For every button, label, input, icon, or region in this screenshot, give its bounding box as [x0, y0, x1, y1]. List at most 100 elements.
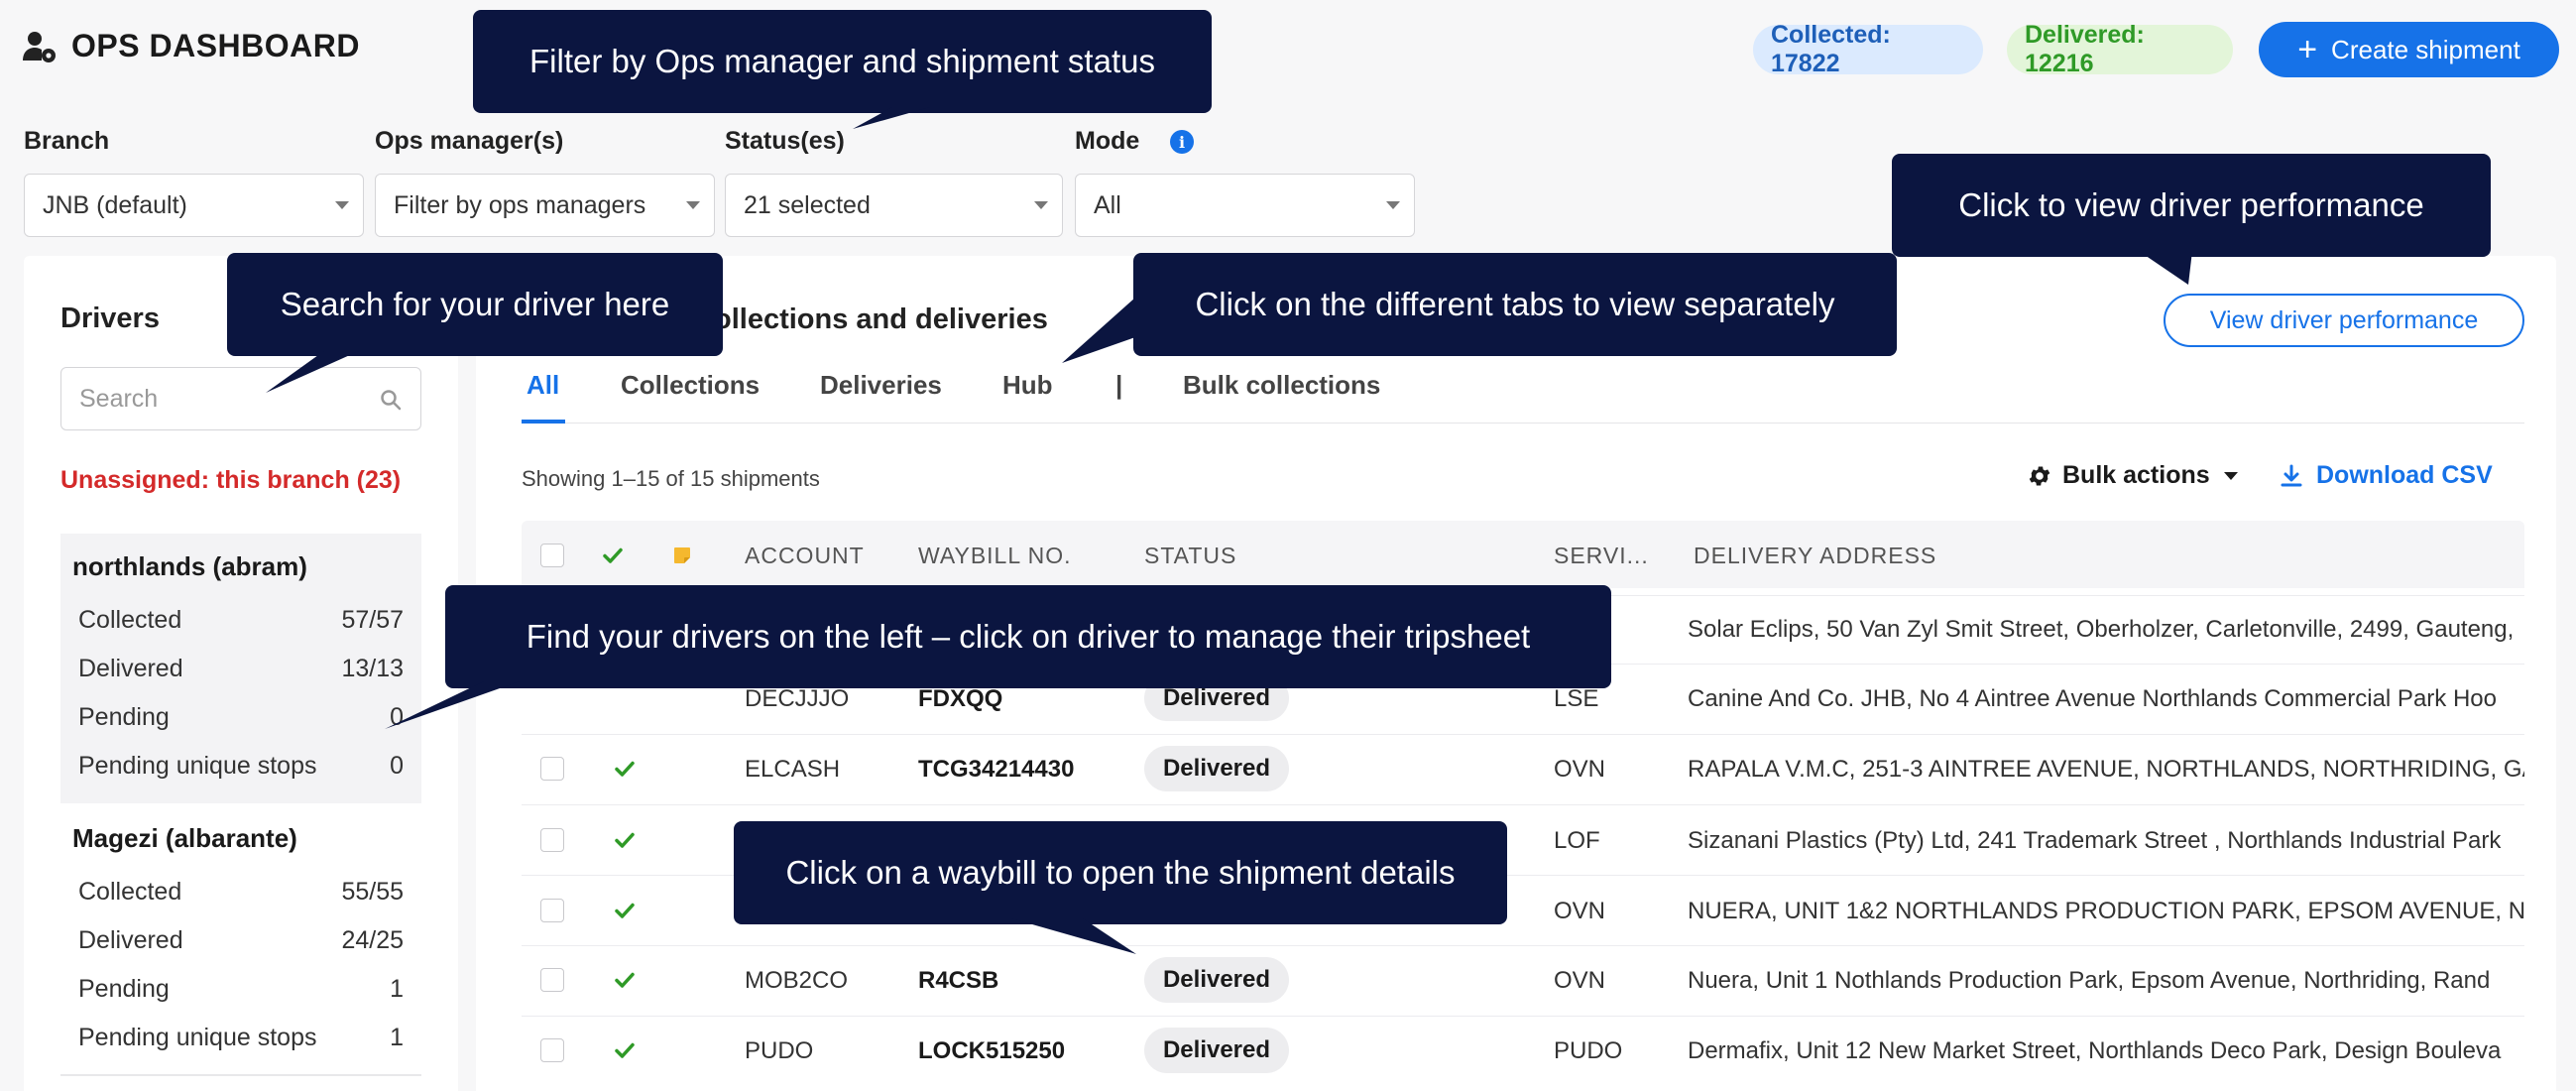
branch-select[interactable]: JNB (default): [24, 174, 364, 237]
ops-manager-select[interactable]: Filter by ops managers: [375, 174, 715, 237]
row-checkbox[interactable]: [540, 968, 564, 992]
tabs-divider: [522, 423, 2524, 424]
drivers-title: Drivers: [60, 303, 160, 334]
status-badge: Delivered: [1144, 746, 1289, 791]
ops-manager-value: Filter by ops managers: [394, 190, 646, 219]
delivery-address: Dermafix, Unit 12 New Market Street, Nor…: [1688, 1037, 2502, 1064]
tab-hub[interactable]: Hub: [1002, 370, 1053, 401]
callout-pointer: [1062, 298, 1135, 363]
delivery-address: NUERA, UNIT 1&2 NORTHLANDS PRODUCTION PA…: [1688, 898, 2524, 924]
plus-icon: +: [2297, 31, 2318, 68]
callout-drivers: Find your drivers on the left – click on…: [445, 585, 1611, 688]
service-cell: OVN: [1554, 756, 1606, 783]
search-icon: [381, 390, 402, 411]
driver-name: Magezi (albarante): [72, 823, 297, 853]
waybill-link[interactable]: FDXQQ: [918, 685, 1002, 713]
column-account[interactable]: ACCOUNT: [745, 543, 865, 569]
driver-card[interactable]: northlands (abram) Collected 57/57 Delive…: [60, 534, 421, 803]
column-service[interactable]: SERVI...: [1554, 543, 1649, 569]
check-icon: [603, 547, 623, 563]
check-icon: [615, 972, 635, 988]
account-cell: PUDO: [745, 1037, 814, 1064]
driver-stat-row: Pending 1: [78, 975, 404, 1003]
mode-value: All: [1094, 190, 1121, 219]
driver-search-input[interactable]: Search: [60, 367, 421, 430]
page-title: OPS DASHBOARD: [71, 28, 360, 63]
select-all-checkbox[interactable]: [540, 544, 564, 567]
branch-label: Branch: [24, 127, 110, 155]
column-delivery-address[interactable]: DELIVERY ADDRESS: [1694, 543, 1936, 569]
row-checkbox[interactable]: [540, 899, 564, 922]
row-divider: [522, 734, 2524, 735]
driver-stat-row: Collected 55/55: [78, 878, 404, 906]
check-icon: [615, 761, 635, 777]
tab-bulk-collections[interactable]: Bulk collections: [1183, 370, 1380, 401]
callout-pointer: [1011, 918, 1136, 954]
check-icon: [615, 832, 635, 848]
status-label: Status(es): [725, 127, 845, 155]
download-icon: [2281, 464, 2302, 486]
driver-stat-row: Pending unique stops 0: [78, 752, 404, 780]
create-shipment-label: Create shipment: [2331, 34, 2520, 64]
collected-badge: Collected: 17822: [1753, 21, 1983, 77]
row-divider: [522, 804, 2524, 805]
callout-tabs: Click on the different tabs to view sepa…: [1133, 253, 1897, 356]
driver-stat-row: Pending unique stops 1: [78, 1024, 404, 1051]
row-divider: [522, 945, 2524, 946]
search-placeholder: Search: [79, 384, 159, 413]
info-icon[interactable]: i: [1170, 130, 1194, 154]
service-cell: OVN: [1554, 967, 1606, 994]
chevron-down-icon: [335, 201, 349, 209]
callout-pointer: [853, 107, 930, 129]
row-checkbox[interactable]: [540, 828, 564, 852]
waybill-link[interactable]: TCG34214430: [918, 756, 1074, 784]
account-cell: DECJJJO: [745, 685, 850, 712]
status-select[interactable]: 21 selected: [725, 174, 1063, 237]
bulk-actions-label: Bulk actions: [2062, 461, 2210, 489]
mode-label: Mode: [1075, 127, 1140, 155]
account-cell: ELCASH: [745, 756, 841, 783]
delivered-badge: Delivered: 12216: [2007, 21, 2233, 77]
delivery-address: RAPALA V.M.C, 251-3 AINTREE AVENUE, NORT…: [1688, 756, 2524, 783]
waybill-link[interactable]: LOCK515250: [918, 1037, 1065, 1065]
driver-stat-row: Delivered 13/13: [78, 655, 404, 682]
delivery-address: Sizanani Plastics (Pty) Ltd, 241 Tradema…: [1688, 827, 2502, 854]
view-driver-performance-button[interactable]: View driver performance: [2164, 294, 2524, 347]
tab-deliveries[interactable]: Deliveries: [820, 370, 942, 401]
download-csv-button[interactable]: Download CSV: [2281, 461, 2493, 490]
download-csv-label: Download CSV: [2316, 461, 2493, 489]
check-icon: [615, 903, 635, 918]
create-shipment-button[interactable]: + Create shipment: [2259, 22, 2559, 77]
service-cell: OVN: [1554, 898, 1606, 924]
column-waybill[interactable]: WAYBILL NO.: [918, 543, 1072, 569]
driver-card[interactable]: Magezi (albarante) Collected 55/55 Delive…: [60, 805, 421, 1075]
chevron-down-icon: [1386, 201, 1400, 209]
row-checkbox[interactable]: [540, 757, 564, 781]
chevron-down-icon: [686, 201, 700, 209]
account-cell: MOB2CO: [745, 967, 849, 994]
chevron-down-icon: [1034, 201, 1048, 209]
row-divider: [522, 1016, 2524, 1017]
status-badge: Delivered: [1144, 957, 1289, 1003]
user-settings-icon: [23, 31, 56, 62]
delivery-address: Canine And Co. JHB, No 4 Aintree Avenue …: [1688, 685, 2497, 712]
waybill-link[interactable]: R4CSB: [918, 967, 998, 995]
callout-search: Search for your driver here: [227, 253, 723, 356]
tab-separator: |: [1115, 370, 1123, 400]
tab-all[interactable]: All: [527, 370, 559, 401]
gear-icon: [2029, 465, 2050, 486]
column-status[interactable]: STATUS: [1144, 543, 1236, 569]
note-icon: [674, 547, 690, 563]
unassigned-link[interactable]: Unassigned: this branch (23): [60, 466, 401, 495]
delivery-address: Solar Eclips, 50 Van Zyl Smit Street, Ob…: [1688, 616, 2515, 643]
tab-collections[interactable]: Collections: [621, 370, 760, 401]
panel-title: ollections and deliveries: [714, 303, 1048, 335]
active-tab-indicator: [522, 420, 565, 424]
status-value: 21 selected: [744, 190, 871, 219]
driver-name: northlands (abram): [72, 551, 307, 581]
row-checkbox[interactable]: [540, 1038, 564, 1062]
mode-select[interactable]: All: [1075, 174, 1415, 237]
bulk-actions-button[interactable]: Bulk actions: [2027, 461, 2238, 490]
callout-waybill: Click on a waybill to open the shipment …: [734, 821, 1507, 924]
service-cell: LOF: [1554, 827, 1600, 854]
